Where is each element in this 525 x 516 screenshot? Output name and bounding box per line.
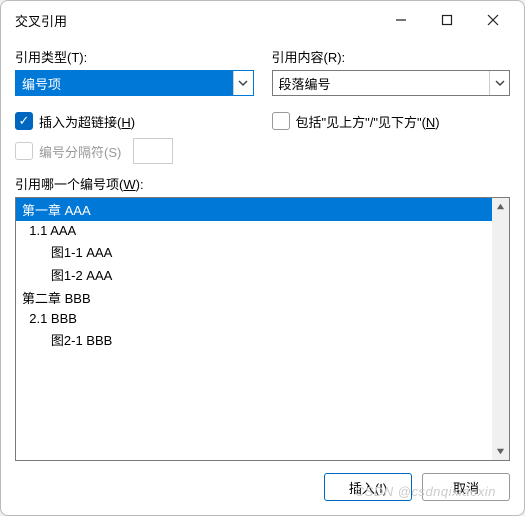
list-item[interactable]: 2.1 BBB: [16, 309, 492, 328]
include-checkbox[interactable]: [272, 112, 290, 130]
list-item[interactable]: 图1-2 AAA: [16, 263, 492, 286]
list-item[interactable]: 图2-1 BBB: [16, 328, 492, 351]
window-title: 交叉引用: [15, 11, 378, 30]
ref-content-label: 引用内容(R):: [272, 47, 511, 66]
cancel-button[interactable]: 取消: [422, 473, 510, 501]
ref-type-label: 引用类型(T):: [15, 47, 254, 66]
list-item[interactable]: 图1-1 AAA: [16, 240, 492, 263]
which-item-label: 引用哪一个编号项(W):: [15, 174, 510, 193]
scroll-down-icon[interactable]: [492, 443, 509, 460]
ref-type-value: 编号项: [16, 74, 233, 93]
scroll-up-icon[interactable]: [492, 198, 509, 215]
include-checkbox-label: 包括"见上方"/"见下方"(N): [296, 112, 440, 131]
list-item[interactable]: 第一章 AAA: [16, 198, 492, 221]
ref-content-select[interactable]: 段落编号: [272, 70, 511, 96]
separator-input: [133, 138, 173, 164]
titlebar: 交叉引用: [1, 1, 524, 39]
insert-button[interactable]: 插入(I): [324, 473, 412, 501]
scroll-track[interactable]: [492, 215, 509, 443]
ref-content-value: 段落编号: [273, 74, 490, 93]
list-item[interactable]: 1.1 AAA: [16, 221, 492, 240]
separator-checkbox: [15, 142, 33, 160]
chevron-down-icon: [489, 71, 509, 95]
dialog-window: 交叉引用 引用类型(T): 编号项 引用内容(R):: [0, 0, 525, 516]
hyperlink-checkbox[interactable]: ✓: [15, 112, 33, 130]
ref-type-select[interactable]: 编号项: [15, 70, 254, 96]
scrollbar[interactable]: [492, 198, 509, 460]
separator-checkbox-label: 编号分隔符(S): [39, 142, 121, 161]
minimize-button[interactable]: [378, 5, 424, 35]
hyperlink-checkbox-label: 插入为超链接(H): [39, 112, 135, 131]
item-listbox[interactable]: 第一章 AAA 1.1 AAA 图1-1 AAA 图1-2 AAA第二章 BBB…: [15, 197, 510, 461]
dialog-footer: 插入(I) 取消: [15, 461, 510, 501]
close-button[interactable]: [470, 5, 516, 35]
chevron-down-icon: [233, 71, 253, 95]
dialog-content: 引用类型(T): 编号项 引用内容(R): 段落编号: [1, 39, 524, 515]
maximize-button[interactable]: [424, 5, 470, 35]
list-item[interactable]: 第二章 BBB: [16, 286, 492, 309]
